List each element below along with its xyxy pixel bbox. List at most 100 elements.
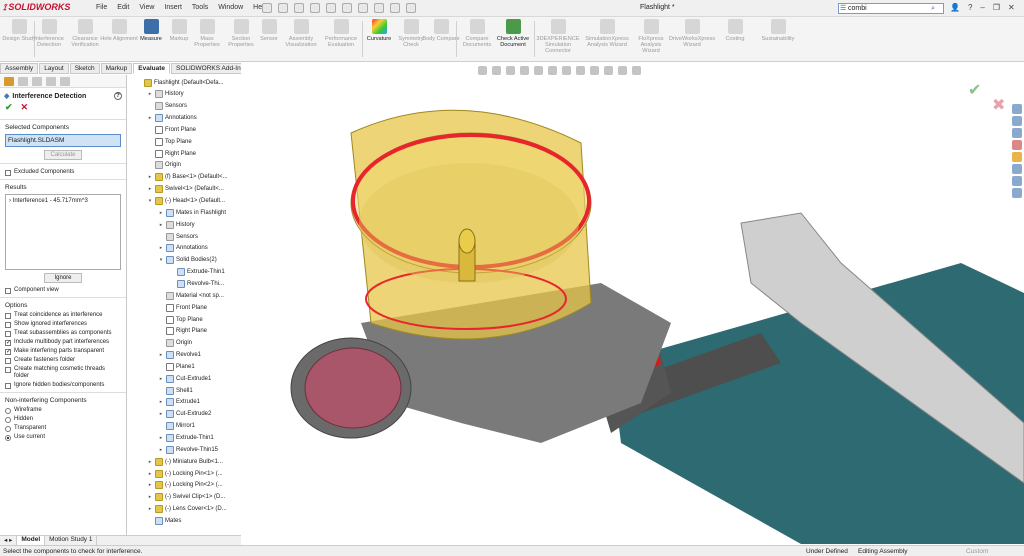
expand-icon[interactable]: ▸ xyxy=(147,506,153,512)
tree-item[interactable]: Extrude-Thin1 xyxy=(169,267,225,278)
dimxpert-tab-icon[interactable] xyxy=(46,77,56,86)
tree-item[interactable]: ▸ (-) Swivel Clip<1> (D... xyxy=(147,492,225,503)
tree-item[interactable]: Origin xyxy=(147,160,181,171)
option-item[interactable]: Treat subassemblies as components xyxy=(0,329,126,338)
option-item[interactable]: Create matching cosmetic threads folder xyxy=(0,365,126,381)
tree-item[interactable]: ▸ Cut-Extrude2 xyxy=(158,409,211,420)
option-checkbox[interactable] xyxy=(5,383,11,389)
floxpress-button[interactable]: FloXpress Analysis Wizard xyxy=(632,19,670,54)
tab-markup[interactable]: Markup xyxy=(100,63,133,74)
section-view-icon[interactable] xyxy=(520,66,529,75)
option-checkbox[interactable] xyxy=(5,313,11,319)
option-item[interactable]: ✓ Include multibody part interferences xyxy=(0,338,126,347)
expand-icon[interactable]: ▸ xyxy=(147,115,153,121)
search-input[interactable]: ☰ combi ⌕ xyxy=(838,3,944,14)
menu-tools[interactable]: Tools xyxy=(192,4,208,11)
radio-item[interactable]: Hidden xyxy=(0,415,126,424)
previous-view-icon[interactable] xyxy=(506,66,515,75)
help-icon[interactable]: ? xyxy=(114,92,122,100)
tree-item[interactable]: Front Plane xyxy=(147,124,196,135)
selected-components-header[interactable]: Selected Components xyxy=(0,119,126,133)
tree-item[interactable]: ▾ Solid Bodies(2) xyxy=(158,255,217,266)
option-item[interactable]: Show ignored interferences xyxy=(0,320,126,329)
option-checkbox[interactable]: ✓ xyxy=(5,340,11,346)
tree-item[interactable]: ▸ Revolve-Thin15 xyxy=(158,444,218,455)
ok-button[interactable]: ✔ xyxy=(5,102,13,113)
tree-item[interactable]: ▸ Mates in Flashlight xyxy=(158,207,226,218)
tree-item[interactable]: ▸ (-) Miniature Bulb<1... xyxy=(147,456,223,467)
minimize-icon[interactable]: – xyxy=(980,3,984,12)
tree-item[interactable]: Right Plane xyxy=(158,326,207,337)
open-icon[interactable] xyxy=(310,3,320,13)
user-icon[interactable]: 👤 xyxy=(950,3,960,12)
zoom-area-icon[interactable] xyxy=(492,66,501,75)
expand-icon[interactable]: ▾ xyxy=(158,257,164,263)
tree-item[interactable]: ▾ (-) Head<1> (Default... xyxy=(147,196,225,207)
option-checkbox[interactable]: ✓ xyxy=(5,349,11,355)
tree-item[interactable]: ▸ (f) Base<1> (Default<... xyxy=(147,172,228,183)
costing-button[interactable]: Costing xyxy=(716,19,754,42)
property-manager-tab-icon[interactable] xyxy=(18,77,28,86)
tree-item[interactable]: ▸ (-) Lens Cover<1> (D... xyxy=(147,504,227,515)
expand-icon[interactable]: ▸ xyxy=(147,186,153,192)
design-library-icon[interactable] xyxy=(1012,116,1022,126)
chevron-right-icon[interactable]: › xyxy=(9,198,11,204)
expand-icon[interactable]: ▸ xyxy=(158,435,164,441)
tree-item[interactable]: Right Plane xyxy=(147,148,196,159)
restore-icon[interactable]: ❐ xyxy=(993,3,1000,12)
solidworks-forum-icon[interactable] xyxy=(1012,176,1022,186)
option-item[interactable]: ✓ Make interfering parts transparent xyxy=(0,347,126,356)
component-view-option[interactable]: Component view xyxy=(0,286,126,295)
mass-properties-button[interactable]: Mass Properties xyxy=(188,19,226,48)
tab-motion-study[interactable]: Motion Study 1 xyxy=(45,536,98,545)
tree-item[interactable]: Front Plane xyxy=(158,302,207,313)
menu-view[interactable]: View xyxy=(139,4,154,11)
menu-insert[interactable]: Insert xyxy=(164,4,182,11)
zoom-to-fit-icon[interactable] xyxy=(478,66,487,75)
driveworksxpress-button[interactable]: DriveWorksXpress Wizard xyxy=(668,19,716,48)
menu-file[interactable]: File xyxy=(96,4,107,11)
option-item[interactable]: Treat coincidence as interference xyxy=(0,311,126,320)
assembly-visualization-button[interactable]: Assembly Visualization xyxy=(282,19,320,48)
tree-item[interactable]: ▸ Extrude-Thin1 xyxy=(158,433,214,444)
3dexperience-simulation-connector-button[interactable]: 3DEXPERIENCE Simulation Connector xyxy=(536,19,580,54)
results-header[interactable]: Results xyxy=(0,179,126,193)
tree-item[interactable]: ▸ History xyxy=(147,89,184,100)
custom-properties-icon[interactable] xyxy=(1012,164,1022,174)
component-view-checkbox[interactable] xyxy=(5,288,11,294)
expand-icon[interactable]: ▸ xyxy=(147,174,153,180)
tree-item[interactable]: Plane1 xyxy=(158,361,195,372)
result-item[interactable]: Interference1 - 45.717mm^3 xyxy=(13,198,88,204)
menu-edit[interactable]: Edit xyxy=(117,4,129,11)
edit-appearance-icon[interactable] xyxy=(590,66,599,75)
tab-model[interactable]: Model xyxy=(17,536,46,545)
tab-layout[interactable]: Layout xyxy=(39,63,69,74)
tree-item[interactable]: Mates xyxy=(147,515,181,526)
graphics-viewport[interactable] xyxy=(241,63,1024,544)
model-render[interactable] xyxy=(241,63,1024,544)
pin-icon[interactable] xyxy=(262,3,272,13)
solidworks-logo[interactable]: ⟟ SOLIDWORKS xyxy=(3,2,70,13)
option-checkbox[interactable] xyxy=(5,358,11,364)
expand-icon[interactable]: ▸ xyxy=(147,471,153,477)
excluded-components-toggle[interactable]: Excluded Components xyxy=(0,163,126,177)
apply-scene-icon[interactable] xyxy=(604,66,613,75)
ignore-button[interactable]: Ignore xyxy=(44,273,82,283)
expand-icon[interactable]: ▸ xyxy=(158,447,164,453)
option-checkbox[interactable] xyxy=(5,331,11,337)
display-manager-tab-icon[interactable] xyxy=(60,77,70,86)
tree-item[interactable]: Top Plane xyxy=(147,136,192,147)
expand-icon[interactable]: ▾ xyxy=(147,198,153,204)
calculate-button[interactable]: Calculate xyxy=(44,150,82,160)
file-explorer-icon[interactable] xyxy=(1012,128,1022,138)
tree-item[interactable]: Sensors xyxy=(158,231,198,242)
expand-icon[interactable]: ▸ xyxy=(158,399,164,405)
tree-item[interactable]: Shell1 xyxy=(158,385,193,396)
view-orientation-icon[interactable] xyxy=(548,66,557,75)
expand-icon[interactable]: ▸ xyxy=(158,376,164,382)
expand-icon[interactable]: ▸ xyxy=(147,91,153,97)
options-header[interactable]: Options xyxy=(0,297,126,311)
print-icon[interactable] xyxy=(342,3,352,13)
monitor-icon[interactable] xyxy=(632,66,641,75)
radio-item[interactable]: Transparent xyxy=(0,424,126,433)
